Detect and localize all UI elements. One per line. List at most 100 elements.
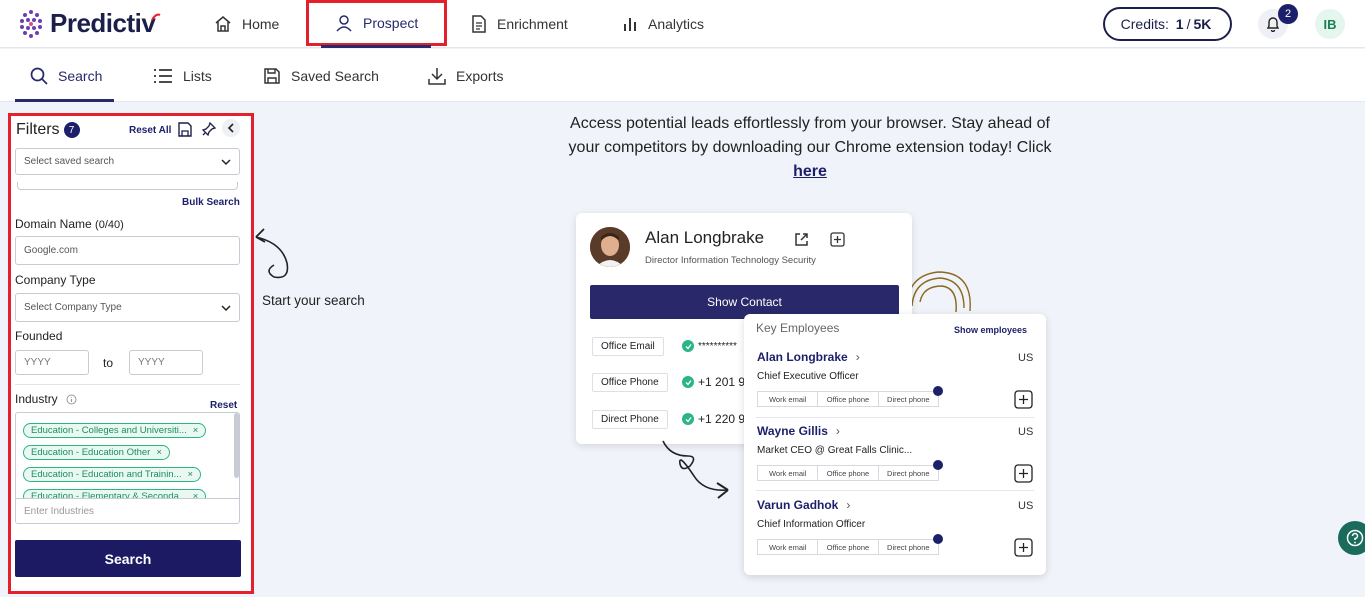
filters-count-badge: 7 (63, 122, 80, 138)
curved-arrow-icon (255, 228, 289, 279)
industry-chip[interactable]: Education - Education Other × (23, 445, 170, 460)
brand-logo[interactable]: Predictiv (18, 8, 161, 39)
domain-name-input[interactable]: Google.com (15, 236, 240, 265)
nav-enrichment[interactable]: Enrichment (471, 0, 568, 48)
nav-analytics-label: Analytics (648, 16, 705, 32)
logo-dots-icon (20, 9, 42, 38)
direct-phone-button[interactable]: Direct phone (879, 466, 938, 480)
add-employee-icon[interactable] (1014, 464, 1033, 483)
employee-item: Alan Longbrake › US Chief Executive Offic… (744, 350, 1046, 423)
contact-buttons: Work email Office phone Direct phone (757, 391, 939, 407)
chip-label: Education - Colleges and Universiti... (31, 425, 187, 436)
home-icon (215, 16, 231, 32)
employee-name[interactable]: Alan Longbrake › (757, 350, 860, 364)
subnav-saved-search-label: Saved Search (291, 67, 379, 84)
founded-from-input[interactable]: YYYY (15, 350, 89, 375)
nav-analytics[interactable]: Analytics (622, 0, 704, 48)
document-icon (472, 15, 486, 33)
pin-icon[interactable] (202, 122, 216, 136)
chip-label: Education - Education and Trainin... (31, 469, 182, 480)
domain-value: Google.com (24, 245, 78, 256)
verified-check-icon (682, 413, 694, 425)
credits-label: Credits: (1120, 16, 1169, 32)
subnav-search-label: Search (58, 67, 103, 84)
industry-scrollbar[interactable] (234, 413, 239, 478)
show-employees-link[interactable]: Show employees (954, 325, 1027, 335)
question-icon (1346, 529, 1364, 547)
field-value: ********** (698, 340, 737, 352)
chip-remove-icon[interactable]: × (188, 469, 194, 480)
save-filters-icon[interactable] (178, 122, 192, 137)
key-employees-card: Key Employees Show employees Alan Longbr… (744, 314, 1046, 575)
nav-home[interactable]: Home (214, 0, 279, 48)
scrolled-input-edge (17, 182, 238, 190)
founded-to-input[interactable]: YYYY (129, 350, 203, 375)
domain-label-text: Domain Name (15, 217, 92, 231)
filters-header: Filters 7 (16, 121, 80, 139)
direct-phone-value: +1 220 9 (682, 412, 745, 426)
employee-name[interactable]: Wayne Gillis › (757, 424, 840, 438)
employee-item: Wayne Gillis › US Market CEO @ Great Fall… (744, 424, 1046, 497)
list-icon (154, 68, 172, 83)
industry-input-box[interactable]: Education - Colleges and Universiti... × … (15, 412, 240, 524)
add-employee-icon[interactable] (1014, 390, 1033, 409)
chip-remove-icon[interactable]: × (193, 425, 199, 436)
field-value: +1 201 9 (698, 375, 746, 389)
industry-chip[interactable]: Education - Colleges and Universiti... × (23, 423, 207, 438)
chevron-left-icon (227, 123, 234, 133)
employee-divider (756, 417, 1034, 418)
industry-search-input[interactable]: Enter Industries (16, 498, 239, 523)
search-button[interactable]: Search (15, 540, 241, 577)
nav-active-underline (321, 45, 431, 48)
subnav-exports[interactable]: Exports (428, 49, 503, 102)
industry-reset-link[interactable]: Reset (210, 400, 237, 411)
info-icon[interactable] (66, 394, 77, 405)
office-email-value: ********** (682, 340, 737, 352)
chip-remove-icon[interactable]: × (156, 447, 162, 458)
user-avatar[interactable]: IB (1315, 9, 1345, 39)
notification-count-badge: 2 (1278, 4, 1298, 24)
office-phone-button[interactable]: Office phone (818, 466, 879, 480)
office-phone-button[interactable]: Office phone (818, 392, 879, 406)
industry-chip[interactable]: Education - Education and Trainin... × (23, 467, 202, 482)
domain-name-label: Domain Name (0/40) (15, 217, 124, 231)
add-icon[interactable] (830, 232, 845, 247)
direct-phone-button[interactable]: Direct phone (879, 540, 938, 554)
verified-check-icon (682, 376, 694, 388)
help-button[interactable] (1338, 521, 1365, 555)
company-type-select[interactable]: Select Company Type (15, 293, 240, 322)
nav-prospect-label: Prospect (363, 15, 419, 31)
employee-country: US (1018, 500, 1034, 512)
contact-photo (590, 227, 630, 267)
top-navbar: Predictiv Home Prospect Enrichment Analy… (0, 0, 1365, 48)
direct-phone-button[interactable]: Direct phone (879, 392, 938, 406)
external-link-icon[interactable] (794, 232, 809, 247)
industry-label-text: Industry (15, 392, 58, 406)
founded-to-placeholder: YYYY (138, 357, 165, 368)
filters-title: Filters (16, 121, 60, 138)
key-employees-title: Key Employees (756, 321, 840, 335)
credits-indicator[interactable]: Credits: 1 / 5K (1103, 7, 1232, 41)
industry-placeholder: Enter Industries (24, 505, 95, 517)
work-email-button[interactable]: Work email (758, 392, 819, 406)
office-phone-button[interactable]: Office phone (818, 540, 879, 554)
collapse-panel-button[interactable] (222, 119, 240, 137)
subnav-lists[interactable]: Lists (153, 49, 212, 102)
bulk-search-link[interactable]: Bulk Search (182, 197, 240, 208)
credits-used: 1 (1175, 16, 1184, 32)
extension-link[interactable]: here (793, 163, 827, 180)
saved-search-select[interactable]: Select saved search (15, 148, 240, 175)
nav-enrichment-label: Enrichment (497, 16, 568, 32)
subnav-search[interactable]: Search (30, 49, 102, 102)
subnav-saved-search[interactable]: Saved Search (263, 49, 379, 102)
employee-name[interactable]: Varun Gadhok › (757, 498, 850, 512)
lock-icon (933, 534, 943, 544)
employee-country: US (1018, 426, 1034, 438)
work-email-button[interactable]: Work email (758, 540, 819, 554)
work-email-button[interactable]: Work email (758, 466, 819, 480)
contact-buttons: Work email Office phone Direct phone (757, 465, 939, 481)
lock-icon (933, 460, 943, 470)
reset-all-button[interactable]: Reset All (129, 125, 171, 136)
nav-prospect[interactable]: Prospect (306, 0, 448, 46)
add-employee-icon[interactable] (1014, 538, 1033, 557)
